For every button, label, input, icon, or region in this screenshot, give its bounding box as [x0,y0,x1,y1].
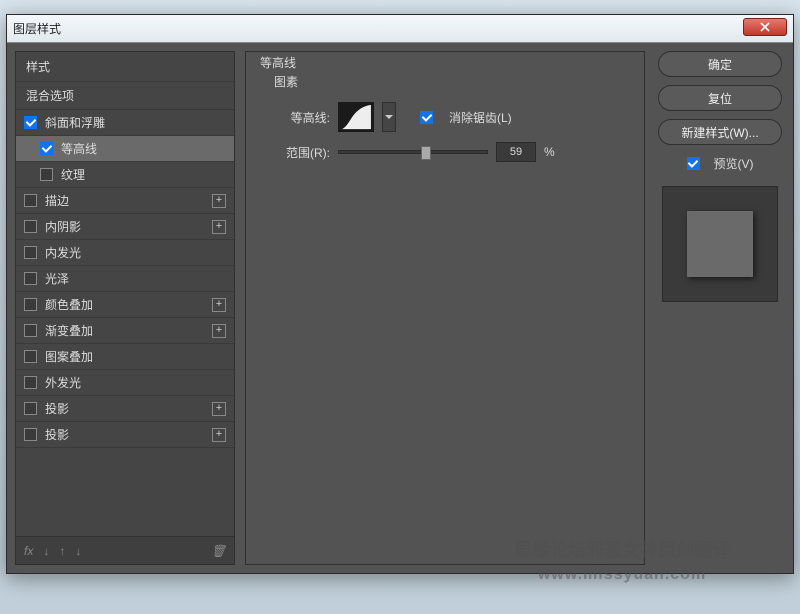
antialias-label: 消除锯齿(L) [449,109,512,126]
styles-footer: fx ↓ ↑ ↓ 🗑 [16,536,234,564]
style-row-0[interactable]: 斜面和浮雕 [16,110,234,136]
style-checkbox[interactable] [24,324,37,337]
buttons-column: 确定 复位 新建样式(W)... 预览(V) [655,51,785,565]
close-icon [760,22,770,32]
cancel-button[interactable]: 复位 [658,85,782,111]
style-row-3[interactable]: 描边 + [16,188,234,214]
style-checkbox[interactable] [24,272,37,285]
blend-options[interactable]: 混合选项 [16,82,234,110]
panel-title: 等高线 [260,54,630,71]
style-row-8[interactable]: 渐变叠加 + [16,318,234,344]
window-title: 图层样式 [13,20,61,37]
style-row-12[interactable]: 投影 + [16,422,234,448]
range-input[interactable] [496,142,536,162]
style-label: 光泽 [45,270,69,287]
styles-list: 样式 混合选项 斜面和浮雕等高线纹理描边 + 内阴影 + 内发光光泽颜色叠加 + 渐变叠加 +… [15,51,235,565]
style-label: 外发光 [45,374,81,391]
panel-subtitle: 图素 [274,73,630,90]
add-effect-icon[interactable]: + [212,428,226,442]
style-row-6[interactable]: 光泽 [16,266,234,292]
style-checkbox[interactable] [24,194,37,207]
range-slider-thumb[interactable] [421,146,431,160]
fx-label[interactable]: fx [24,544,33,558]
contour-row: 等高线: 消除锯齿(L) [260,102,630,132]
antialias-checkbox[interactable] [420,111,433,124]
style-row-2[interactable]: 纹理 [16,162,234,188]
style-label: 描边 [45,192,69,209]
styles-header[interactable]: 样式 [16,52,234,82]
add-effect-icon[interactable]: + [212,298,226,312]
style-checkbox[interactable] [24,428,37,441]
style-row-1[interactable]: 等高线 [16,136,234,162]
ok-button[interactable]: 确定 [658,51,782,77]
style-label: 颜色叠加 [45,296,93,313]
style-row-5[interactable]: 内发光 [16,240,234,266]
preview-checkbox[interactable] [687,157,700,170]
style-row-9[interactable]: 图案叠加 [16,344,234,370]
content-area: 样式 混合选项 斜面和浮雕等高线纹理描边+内阴影+内发光光泽颜色叠加+渐变叠加+… [7,43,793,573]
style-checkbox[interactable] [24,376,37,389]
style-row-7[interactable]: 颜色叠加 + [16,292,234,318]
arrow-up-icon[interactable]: ↑ [59,544,65,558]
arrow-down-icon[interactable]: ↓ [75,544,81,558]
style-label: 内阴影 [45,218,81,235]
range-row: 范围(R): % [260,142,630,162]
contour-picker[interactable] [338,102,374,132]
style-label: 渐变叠加 [45,322,93,339]
style-checkbox[interactable] [24,402,37,415]
preview-box [662,186,778,302]
style-label: 等高线 [61,140,97,157]
new-style-button[interactable]: 新建样式(W)... [658,119,782,145]
close-button[interactable] [743,18,787,36]
preview-label: 预览(V) [714,155,754,172]
contour-dropdown[interactable] [382,102,396,132]
preview-swatch [687,211,753,277]
styles-column: 样式 混合选项 斜面和浮雕等高线纹理描边 + 内阴影 + 内发光光泽颜色叠加 + 渐变叠加 +… [15,51,235,565]
style-row-10[interactable]: 外发光 [16,370,234,396]
layer-style-dialog: 图层样式 样式 混合选项 斜面和浮雕等高线纹理描边+内阴影+内发光光泽颜色叠加+… [6,14,794,574]
add-effect-icon[interactable]: + [212,220,226,234]
style-row-4[interactable]: 内阴影 + [16,214,234,240]
style-checkbox[interactable] [24,350,37,363]
range-label: 范围(R): [260,144,330,161]
style-label: 斜面和浮雕 [45,114,105,131]
settings-panel: 等高线 图素 等高线: 消除锯齿(L) 范围(R): [245,51,645,565]
style-checkbox[interactable] [40,142,53,155]
style-row-11[interactable]: 投影 + [16,396,234,422]
style-label: 内发光 [45,244,81,261]
preview-toggle-row: 预览(V) [687,155,754,172]
style-checkbox[interactable] [24,116,37,129]
style-label: 图案叠加 [45,348,93,365]
style-checkbox[interactable] [24,246,37,259]
range-unit: % [544,145,555,159]
titlebar[interactable]: 图层样式 [7,15,793,43]
range-slider[interactable] [338,150,488,154]
add-effect-icon[interactable]: + [212,402,226,416]
style-label: 投影 [45,426,69,443]
style-checkbox[interactable] [24,298,37,311]
style-checkbox[interactable] [40,168,53,181]
add-effect-icon[interactable]: + [212,324,226,338]
contour-label: 等高线: [260,109,330,126]
trash-icon[interactable]: 🗑 [211,544,226,558]
style-label: 纹理 [61,166,85,183]
style-checkbox[interactable] [24,220,37,233]
style-label: 投影 [45,400,69,417]
contour-curve-icon [339,103,373,131]
add-effect-icon[interactable]: + [212,194,226,208]
